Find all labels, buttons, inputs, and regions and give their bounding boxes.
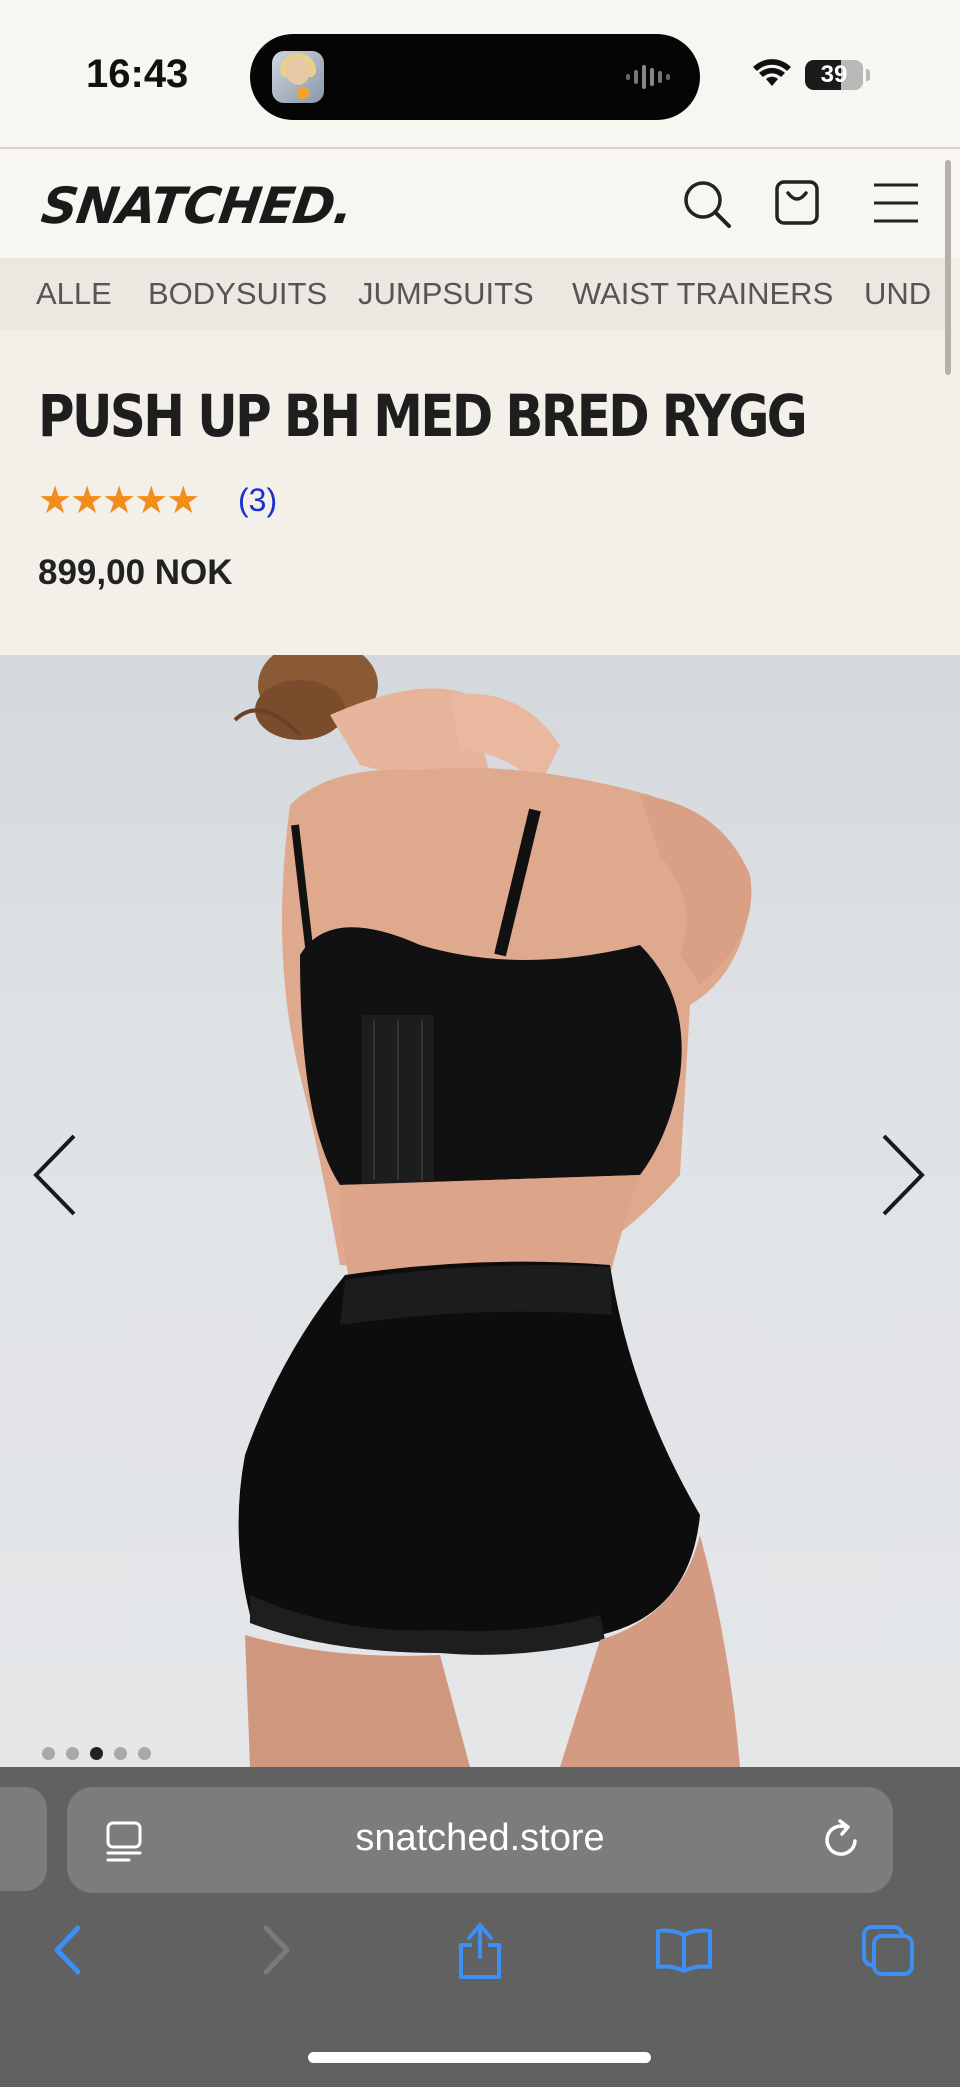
category-waist-trainers[interactable]: WAIST TRAINERS — [572, 276, 833, 312]
gallery-dot[interactable] — [138, 1747, 151, 1760]
menu-icon[interactable] — [873, 182, 919, 224]
product-rating[interactable]: ★★★★★ (3) — [38, 478, 277, 523]
home-indicator[interactable] — [308, 2052, 651, 2063]
category-underwear[interactable]: UND — [864, 276, 931, 312]
rating-stars: ★★★★★ — [38, 480, 200, 522]
gallery-dot-active[interactable] — [90, 1747, 103, 1760]
product-price: 899,00 NOK — [38, 553, 233, 592]
product-image-gallery[interactable] — [0, 655, 960, 1767]
back-icon[interactable] — [52, 1924, 82, 1976]
gallery-dot[interactable] — [42, 1747, 55, 1760]
search-icon[interactable] — [682, 179, 732, 229]
battery-level: 39 — [820, 61, 848, 88]
chevron-right-icon[interactable] — [878, 1132, 928, 1218]
gallery-dot[interactable] — [114, 1747, 127, 1760]
wifi-icon — [753, 59, 791, 86]
category-bodysuits[interactable]: BODYSUITS — [148, 276, 327, 312]
bag-icon[interactable] — [774, 178, 820, 226]
audio-wave-icon — [626, 65, 670, 89]
url-text[interactable]: snatched.store — [67, 1817, 893, 1860]
gallery-dot[interactable] — [66, 1747, 79, 1760]
status-bar: 16:43 39 — [0, 0, 960, 149]
category-jumpsuits[interactable]: JUMPSUITS — [358, 276, 534, 312]
tabs-icon[interactable] — [860, 1923, 916, 1977]
page-scrollbar[interactable] — [945, 160, 951, 375]
browser-toolbar: snatched.store — [0, 1767, 960, 2087]
forward-icon — [263, 1925, 290, 1975]
caller-avatar — [272, 51, 324, 103]
product-photo — [233, 655, 752, 1767]
category-nav: ALLE BODYSUITS JUMPSUITS WAIST TRAINERS … — [0, 258, 945, 330]
chevron-left-icon[interactable] — [30, 1132, 80, 1218]
reload-icon[interactable] — [821, 1817, 863, 1861]
site-logo[interactable]: SNATCHED. — [38, 177, 356, 235]
product-title: PUSH UP BH MED BRED RYGG — [38, 382, 808, 450]
address-bar[interactable]: snatched.store — [67, 1787, 893, 1893]
category-alle[interactable]: ALLE — [36, 276, 112, 312]
share-icon[interactable] — [455, 1919, 505, 1981]
previous-tab-peek[interactable] — [0, 1787, 47, 1891]
review-count-link[interactable]: (3) — [238, 482, 277, 519]
gallery-pagination — [42, 1747, 162, 1765]
bookmarks-icon[interactable] — [654, 1927, 714, 1975]
status-time: 16:43 — [86, 52, 189, 96]
dynamic-island[interactable] — [250, 34, 700, 120]
site-header: SNATCHED. — [0, 149, 960, 258]
battery-icon: 39 — [805, 60, 863, 90]
